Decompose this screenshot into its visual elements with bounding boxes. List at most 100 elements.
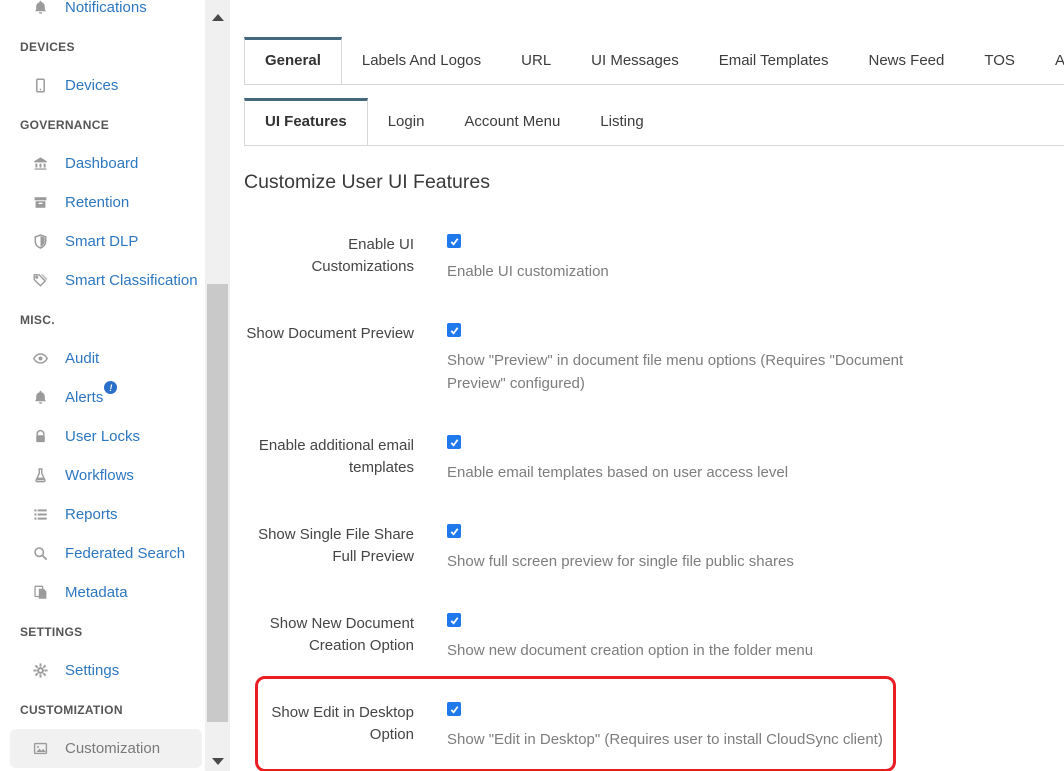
tab-ui-messages[interactable]: UI Messages [571, 38, 699, 84]
page-title: Customize User UI Features [244, 171, 1064, 194]
tags-icon [32, 272, 49, 289]
setting-label: Enable additional email templates [244, 435, 414, 484]
scroll-down-icon[interactable] [212, 758, 224, 765]
admin-portal: Notifications DEVICES Devices GOVERNANCE… [0, 0, 1064, 771]
sidebar: Notifications DEVICES Devices GOVERNANCE… [0, 0, 232, 771]
checkmark-icon [449, 437, 460, 448]
sidebar-item-label: User Locks [65, 428, 140, 445]
setting-help: Show new document creation option in the… [447, 639, 813, 662]
setting-help: Enable UI customization [447, 260, 609, 283]
gear-icon [32, 662, 49, 679]
checkmark-icon [449, 704, 460, 715]
search-icon [32, 545, 49, 562]
setting-label: Show New Document Creation Option [244, 613, 414, 662]
sidebar-item-label: Settings [65, 662, 119, 679]
sidebar-item-dashboard[interactable]: Dashboard [0, 144, 202, 183]
sidebar-item-workflows[interactable]: Workflows [0, 456, 202, 495]
checkbox-show-edit-in-desktop-option[interactable] [447, 702, 461, 716]
sidebar-section-customization: CUSTOMIZATION [0, 690, 202, 729]
setting-help: Enable email templates based on user acc… [447, 461, 788, 484]
shield-icon [32, 233, 49, 250]
sidebar-nav: Notifications DEVICES Devices GOVERNANCE… [0, 0, 232, 771]
sidebar-item-devices[interactable]: Devices [0, 66, 202, 105]
setting-row-show-document-preview: Show Document Preview Show "Preview" in … [244, 323, 1064, 395]
pages-icon [32, 584, 49, 601]
ui-features-form: Enable UI Customizations Enable UI custo… [244, 234, 1064, 751]
setting-row-enable-additional-email-templates: Enable additional email templates Enable… [244, 435, 1064, 484]
setting-label: Show Document Preview [244, 323, 414, 395]
sidebar-item-label: Alerts! [65, 389, 103, 406]
setting-help: Show full screen preview for single file… [447, 550, 794, 573]
sidebar-scrollbar[interactable] [205, 0, 230, 771]
setting-row-enable-ui-customizations: Enable UI Customizations Enable UI custo… [244, 234, 1064, 283]
subtab-ui-features[interactable]: UI Features [244, 98, 368, 146]
sidebar-item-alerts[interactable]: Alerts! [0, 378, 202, 417]
sidebar-item-federated-search[interactable]: Federated Search [0, 534, 202, 573]
checkbox-show-document-preview[interactable] [447, 323, 461, 337]
scroll-up-icon[interactable] [212, 14, 224, 21]
device-icon [32, 77, 49, 94]
setting-row-show-single-file-share-full-preview: Show Single File Share Full Preview Show… [244, 524, 1064, 573]
subtab-listing[interactable]: Listing [580, 99, 663, 145]
sidebar-item-smart-classification[interactable]: Smart Classification [0, 261, 202, 300]
tab-email-templates[interactable]: Email Templates [699, 38, 849, 84]
checkmark-icon [449, 526, 460, 537]
sidebar-item-user-locks[interactable]: User Locks [0, 417, 202, 456]
sub-tabbar: UI Features Login Account Menu Listing [244, 98, 1064, 146]
setting-label: Show Edit in Desktop Option [244, 702, 414, 751]
tab-tos[interactable]: TOS [964, 38, 1035, 84]
main-tabbar: General Labels And Logos URL UI Messages… [244, 37, 1064, 85]
scrollbar-thumb[interactable] [207, 284, 228, 722]
sidebar-item-settings[interactable]: Settings [0, 651, 202, 690]
sidebar-item-label: Smart DLP [65, 233, 138, 250]
sidebar-section-settings: SETTINGS [0, 612, 202, 651]
bank-icon [32, 155, 49, 172]
checkbox-enable-ui-customizations[interactable] [447, 234, 461, 248]
sidebar-item-notifications[interactable]: Notifications [0, 0, 202, 27]
sidebar-section-misc: MISC. [0, 300, 202, 339]
bell-icon [32, 0, 49, 16]
sidebar-item-label: Dashboard [65, 155, 138, 172]
archive-icon [32, 194, 49, 211]
tab-labels-and-logos[interactable]: Labels And Logos [342, 38, 501, 84]
setting-row-show-new-document-creation-option: Show New Document Creation Option Show n… [244, 613, 1064, 662]
sidebar-item-label: Audit [65, 350, 99, 367]
subtab-account-menu[interactable]: Account Menu [444, 99, 580, 145]
checkmark-icon [449, 325, 460, 336]
sidebar-item-label: Customization [65, 740, 160, 757]
image-icon [32, 740, 49, 757]
tab-news-feed[interactable]: News Feed [849, 38, 965, 84]
setting-help: Show "Edit in Desktop" (Requires user to… [447, 728, 883, 751]
sidebar-item-metadata[interactable]: Metadata [0, 573, 202, 612]
sidebar-item-label: Workflows [65, 467, 134, 484]
setting-label: Show Single File Share Full Preview [244, 524, 414, 573]
checkbox-show-single-file-share-full-preview[interactable] [447, 524, 461, 538]
alerts-label: Alerts [65, 389, 103, 406]
eye-icon [32, 350, 49, 367]
sidebar-item-label: Federated Search [65, 545, 185, 562]
sidebar-item-label: Retention [65, 194, 129, 211]
sidebar-item-label: Smart Classification [65, 272, 198, 289]
checkmark-icon [449, 236, 460, 247]
flask-icon [32, 467, 49, 484]
checkmark-icon [449, 615, 460, 626]
setting-label: Enable UI Customizations [244, 234, 414, 283]
sidebar-item-audit[interactable]: Audit [0, 339, 202, 378]
sidebar-item-label: Reports [65, 506, 118, 523]
main-content: General Labels And Logos URL UI Messages… [232, 0, 1064, 771]
checkbox-enable-additional-email-templates[interactable] [447, 435, 461, 449]
sidebar-item-reports[interactable]: Reports [0, 495, 202, 534]
sidebar-item-smart-dlp[interactable]: Smart DLP [0, 222, 202, 261]
sidebar-section-devices: DEVICES [0, 27, 202, 66]
subtab-login[interactable]: Login [368, 99, 445, 145]
tab-general[interactable]: General [244, 37, 342, 85]
sidebar-section-governance: GOVERNANCE [0, 105, 202, 144]
alerts-badge: ! [104, 381, 117, 394]
bell-icon [32, 389, 49, 406]
sidebar-item-customization[interactable]: Customization [10, 729, 202, 768]
list-icon [32, 506, 49, 523]
checkbox-show-new-document-creation-option[interactable] [447, 613, 461, 627]
tab-advanced[interactable]: Advanced [1035, 38, 1064, 84]
sidebar-item-retention[interactable]: Retention [0, 183, 202, 222]
tab-url[interactable]: URL [501, 38, 571, 84]
